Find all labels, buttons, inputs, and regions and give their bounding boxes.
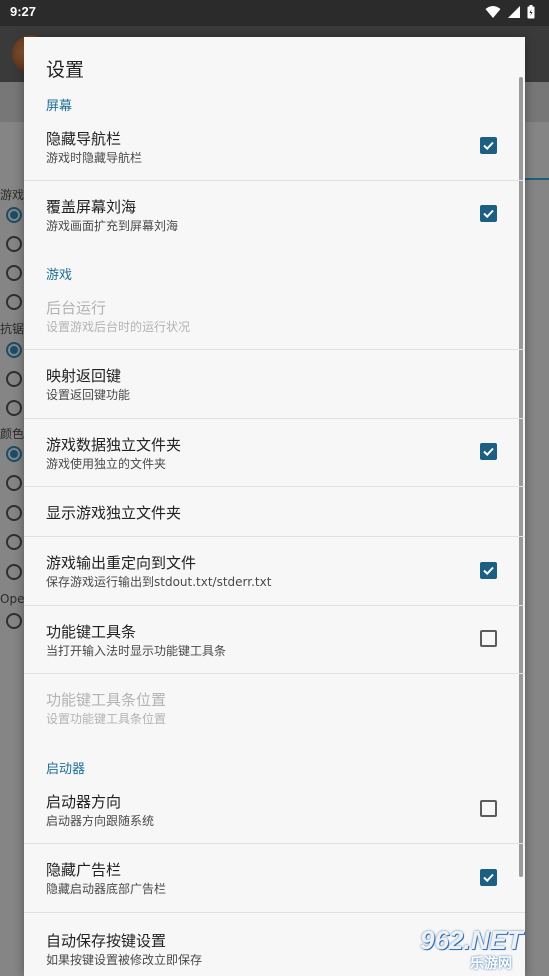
- checkbox-redirect-output[interactable]: [480, 562, 497, 579]
- background-radio: [6, 294, 22, 310]
- pref-summary: 如果按键设置被修改立即保存: [46, 953, 203, 967]
- pref-title: 显示游戏独立文件夹: [46, 504, 182, 522]
- checkbox-function-key-toolbar[interactable]: [480, 630, 497, 647]
- pref-background-run[interactable]: 后台运行 设置游戏后台时的运行状况: [24, 282, 525, 349]
- watermark-brand: 962.NET: [420, 925, 523, 955]
- background-label: 颜色: [0, 427, 25, 441]
- pref-separate-data-folder[interactable]: 游戏数据独立文件夹 游戏使用独立的文件夹: [24, 419, 525, 486]
- pref-summary: 启动器方向跟随系统: [46, 814, 155, 828]
- background-radio: [6, 236, 22, 252]
- pref-summary: 设置功能键工具条位置: [46, 712, 167, 726]
- pref-title: 覆盖屏幕刘海: [46, 198, 137, 216]
- checkbox-separate-data-folder[interactable]: [480, 443, 497, 460]
- background-radio: [6, 207, 22, 223]
- pref-summary: 游戏画面扩充到屏幕刘海: [46, 219, 179, 233]
- background-tab-indicator: [523, 178, 549, 180]
- category-launcher: 启动器: [46, 762, 86, 777]
- background-label: Ope: [0, 592, 25, 606]
- background-radio: [6, 613, 22, 629]
- checkbox-launcher-orientation[interactable]: [480, 800, 497, 817]
- pref-summary: 设置返回键功能: [46, 388, 131, 402]
- pref-title: 隐藏广告栏: [46, 861, 122, 879]
- pref-summary: 设置游戏后台时的运行状况: [46, 320, 191, 334]
- dialog-title: 设置: [46, 59, 85, 81]
- check-icon: [483, 873, 494, 883]
- pref-launcher-orientation[interactable]: 启动器方向 启动器方向跟随系统: [24, 776, 525, 843]
- check-icon: [483, 209, 494, 219]
- pref-summary: 游戏使用独立的文件夹: [46, 457, 167, 471]
- status-time: 9:27: [10, 4, 37, 19]
- checkbox-hide-ad-bar[interactable]: [480, 869, 497, 886]
- pref-hide-navbar[interactable]: 隐藏导航栏 游戏时隐藏导航栏: [24, 113, 525, 180]
- checkbox-cover-notch[interactable]: [480, 205, 497, 222]
- checkbox-hide-navbar[interactable]: [480, 137, 497, 154]
- background-radio: [6, 564, 22, 580]
- background-radio: [6, 400, 22, 416]
- pref-summary: 隐藏启动器底部广告栏: [46, 882, 167, 896]
- background-radio: [6, 505, 22, 521]
- pref-title: 游戏数据独立文件夹: [46, 436, 182, 454]
- settings-dialog: 设置 屏幕 隐藏导航栏 游戏时隐藏导航栏 覆盖屏幕刘海 游戏画面扩充到屏幕刘海 …: [24, 37, 525, 976]
- signal-icon: [508, 6, 520, 18]
- background-radio: [6, 342, 22, 358]
- check-icon: [483, 141, 494, 151]
- pref-summary: 保存游戏运行输出到stdout.txt/stderr.txt: [46, 575, 272, 589]
- pref-cover-notch[interactable]: 覆盖屏幕刘海 游戏画面扩充到屏幕刘海: [24, 181, 525, 249]
- status-icons: [485, 5, 535, 19]
- pref-title: 后台运行: [46, 299, 107, 317]
- pref-title: 启动器方向: [46, 793, 122, 811]
- background-radio: [6, 371, 22, 387]
- pref-title: 隐藏导航栏: [46, 130, 122, 148]
- category-game: 游戏: [46, 268, 73, 283]
- pref-summary: 当打开输入法时显示功能键工具条: [46, 644, 227, 658]
- background-radio: [6, 534, 22, 550]
- pref-title: 功能键工具条位置: [46, 691, 167, 709]
- pref-toolbar-position[interactable]: 功能键工具条位置 设置功能键工具条位置: [24, 674, 525, 742]
- pref-map-back-key[interactable]: 映射返回键 设置返回键功能: [24, 350, 525, 418]
- pref-title: 映射返回键: [46, 367, 122, 385]
- status-bar: 9:27: [0, 0, 549, 26]
- watermark-sub: 乐游网: [470, 956, 512, 972]
- background-radio: [6, 446, 22, 462]
- pref-title: 自动保存按键设置: [46, 932, 167, 950]
- battery-icon: [527, 5, 535, 19]
- category-screen: 屏幕: [46, 99, 73, 114]
- background-radio: [6, 265, 22, 281]
- pref-hide-ad-bar[interactable]: 隐藏广告栏 隐藏启动器底部广告栏: [24, 844, 525, 912]
- pref-show-data-folder[interactable]: 显示游戏独立文件夹: [24, 487, 525, 536]
- pref-summary: 游戏时隐藏导航栏: [46, 151, 143, 165]
- pref-redirect-output[interactable]: 游戏输出重定向到文件 保存游戏运行输出到stdout.txt/stderr.tx…: [24, 537, 525, 605]
- background-label: 抗锯: [0, 322, 25, 336]
- pref-function-key-toolbar[interactable]: 功能键工具条 当打开输入法时显示功能键工具条: [24, 606, 525, 673]
- watermark-logo: 962.NET 乐游网: [404, 920, 544, 974]
- pref-title: 功能键工具条: [46, 623, 137, 641]
- wifi-icon: [485, 6, 501, 18]
- check-icon: [483, 566, 494, 576]
- pref-title: 游戏输出重定向到文件: [46, 554, 197, 572]
- background-radio: [6, 475, 22, 491]
- check-icon: [483, 447, 494, 457]
- background-label: 游戏: [0, 188, 25, 202]
